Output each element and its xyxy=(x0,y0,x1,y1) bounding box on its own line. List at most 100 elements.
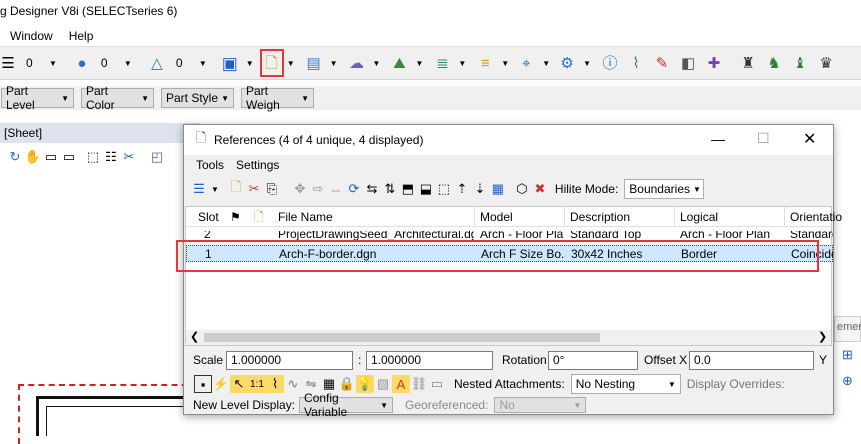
pan-icon[interactable]: ✋ xyxy=(24,148,42,166)
landscape-icon[interactable]: ⛰ xyxy=(386,50,412,76)
references-icon[interactable]: 🗋 xyxy=(259,49,284,77)
scroll-left-icon[interactable]: ❮ xyxy=(190,330,199,343)
analyze-icon[interactable]: ⚙ xyxy=(554,50,580,76)
chevron-down-icon[interactable]: ▼ xyxy=(124,59,132,68)
info-icon[interactable]: ⓘ xyxy=(597,50,623,76)
copy-icon[interactable]: ⇨ xyxy=(309,180,327,198)
tool-d-icon[interactable]: ♛ xyxy=(813,50,839,76)
comment-icon[interactable]: ▭ xyxy=(428,375,446,393)
sphere-icon[interactable]: ● xyxy=(69,50,95,76)
rotate-icon[interactable]: ⟳ xyxy=(345,180,363,198)
clip-back-icon[interactable]: ⇣ xyxy=(471,180,489,198)
clip-boundary-icon[interactable]: ⬒ xyxy=(399,180,417,198)
scale-reference-field[interactable]: 1.000000 xyxy=(366,351,493,370)
zoom-window-icon[interactable]: ▭ xyxy=(42,148,60,166)
refresh-icon[interactable]: ↻ xyxy=(6,148,24,166)
detach-icon[interactable]: ✂ xyxy=(245,180,263,198)
rotation-field[interactable]: 0° xyxy=(548,351,638,370)
chevron-down-icon[interactable]: ▼ xyxy=(458,59,466,68)
close-icon[interactable]: ✕ xyxy=(803,129,816,149)
part-level-dropdown[interactable]: Part Level ▼ xyxy=(1,84,74,112)
col-orientation[interactable]: Orientatio xyxy=(790,209,842,225)
mirror-v-icon[interactable]: ⇅ xyxy=(381,180,399,198)
move-icon[interactable]: ✥ xyxy=(291,180,309,198)
offset-x-field[interactable]: 0.0 xyxy=(689,351,814,370)
part-style-dropdown[interactable]: Part Style ▼ xyxy=(161,88,234,108)
tool-c-icon[interactable]: ♝ xyxy=(787,50,813,76)
chevron-down-icon[interactable]: ▼ xyxy=(49,59,57,68)
georeferenced-dropdown[interactable]: No ▼ xyxy=(494,397,587,413)
attach-icon[interactable]: 🗋 xyxy=(227,179,245,198)
scale-lock-icon[interactable]: 1:1 xyxy=(248,375,266,393)
tag-icon[interactable]: ⌇ xyxy=(623,50,649,76)
lineweight-value[interactable]: 0 xyxy=(26,56,46,70)
style-value[interactable]: 0 xyxy=(176,56,196,70)
chevron-down-icon[interactable]: ▼ xyxy=(373,59,381,68)
snap-toggle-icon[interactable]: ⚡ xyxy=(212,375,230,393)
hilite-mode-dropdown[interactable]: Boundaries ▼ xyxy=(624,179,705,199)
chevron-down-icon[interactable]: ▼ xyxy=(287,59,295,68)
chevron-down-icon[interactable]: ▼ xyxy=(501,59,509,68)
cube-icon[interactable]: ▣ xyxy=(217,50,243,76)
menu-help[interactable]: Help xyxy=(69,29,94,43)
chevron-down-icon[interactable]: ▼ xyxy=(199,59,207,68)
link-icon[interactable]: ⛓ xyxy=(410,375,428,393)
mirror-h-icon[interactable]: ⇆ xyxy=(363,180,381,198)
part-weight-dropdown[interactable]: Part Weigh ▼ xyxy=(241,84,314,112)
scroll-right-icon[interactable]: ❯ xyxy=(818,330,827,343)
edit-icon[interactable]: ✎ xyxy=(649,50,675,76)
chevron-down-icon[interactable]: ▼ xyxy=(542,59,550,68)
exchange-icon[interactable]: ✖ xyxy=(531,180,549,198)
col-slot[interactable]: Slot xyxy=(198,209,219,225)
lines-icon[interactable]: ☰ xyxy=(0,50,16,76)
stack-icon[interactable]: ≡ xyxy=(472,50,498,76)
locate-icon[interactable]: ↖ xyxy=(230,375,248,393)
nested-attachments-dropdown[interactable]: No Nesting ▼ xyxy=(570,374,681,394)
menu-window[interactable]: Window xyxy=(10,29,53,43)
sheet-tab[interactable]: [Sheet] xyxy=(4,126,42,140)
tile-icon[interactable]: ▦ xyxy=(489,180,507,198)
view-attr-icon[interactable]: ☷ xyxy=(102,148,120,166)
part-color-dropdown[interactable]: Part Color ▼ xyxy=(81,84,154,112)
list-view-icon[interactable]: ☰ xyxy=(190,180,208,198)
horizontal-scrollbar[interactable]: ❮ ❯ xyxy=(186,330,831,345)
clip-mask-icon[interactable]: ⬓ xyxy=(417,180,435,198)
tool-a-icon[interactable]: ♜ xyxy=(735,50,761,76)
maximize-icon[interactable]: ☐ xyxy=(757,130,770,147)
raster-icon[interactable]: ▤ xyxy=(301,50,327,76)
layers-icon[interactable]: ≣ xyxy=(429,50,455,76)
chevron-down-icon[interactable]: ▼ xyxy=(583,59,591,68)
cloud-icon[interactable]: ☁ xyxy=(344,50,370,76)
scale-icon[interactable]: ⇔ xyxy=(327,180,345,198)
display-icon[interactable]: ▪ xyxy=(194,375,212,393)
menu-tools[interactable]: Tools xyxy=(196,158,224,172)
line-scale-icon[interactable]: ⌇ xyxy=(266,375,284,393)
file-col-icon[interactable]: 🗋 xyxy=(254,209,264,225)
reload-icon[interactable]: ⎘ xyxy=(263,180,281,198)
grid-snap-icon[interactable]: ✚ xyxy=(701,50,727,76)
fit-view-icon[interactable]: ▭ xyxy=(60,148,78,166)
clip-delete-icon[interactable]: ⬚ xyxy=(435,180,453,198)
side-btn-a-icon[interactable]: ⊞ xyxy=(839,346,857,364)
view-display-icon[interactable]: ◰ xyxy=(148,148,166,166)
flag-icon[interactable]: ⚑ xyxy=(230,209,241,225)
wave-icon[interactable]: ∿ xyxy=(284,375,302,393)
chevron-down-icon[interactable]: ▼ xyxy=(246,59,254,68)
side-btn-b-icon[interactable]: ⊕ xyxy=(839,372,857,390)
color-value[interactable]: 0 xyxy=(101,56,121,70)
clip-front-icon[interactable]: ⇡ xyxy=(453,180,471,198)
new-level-dropdown[interactable]: Config Variable ▼ xyxy=(299,391,394,419)
tool-b-icon[interactable]: ♞ xyxy=(761,50,787,76)
chevron-down-icon[interactable]: ▼ xyxy=(330,59,338,68)
scroll-thumb[interactable] xyxy=(204,333,600,342)
triangle-icon[interactable]: △ xyxy=(144,50,170,76)
col-file-name[interactable]: File Name xyxy=(278,209,333,225)
window-area-icon[interactable]: ⬚ xyxy=(84,148,102,166)
clip-icon[interactable]: ✂ xyxy=(120,148,138,166)
col-model[interactable]: Model xyxy=(480,209,513,225)
scale-master-field[interactable]: 1.000000 xyxy=(226,351,353,370)
col-logical[interactable]: Logical xyxy=(680,209,718,225)
select-icon[interactable]: ⌖ xyxy=(513,50,539,76)
snap-icon[interactable]: ⬡ xyxy=(513,180,531,198)
menu-settings[interactable]: Settings xyxy=(236,158,279,172)
